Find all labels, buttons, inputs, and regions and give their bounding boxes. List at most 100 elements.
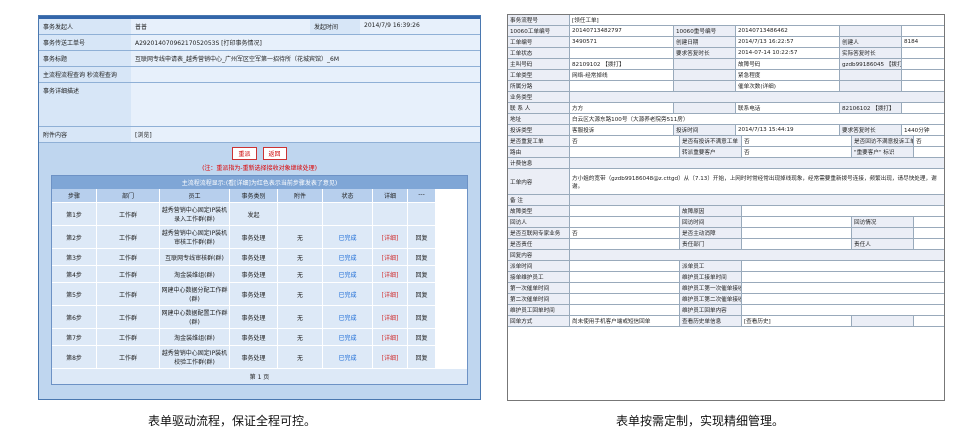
header-label: 发起时间: [314, 24, 339, 31]
table-cell[interactable]: 回复: [408, 305, 436, 328]
field-value: 尚未使用手机客户端或短信回单: [570, 316, 680, 326]
header-row: 事务标题 互联网专线申请表_越秀营销中心_广州军区空军第一招待所（花城宾馆）_6M: [39, 51, 480, 67]
table-cell: 工作群: [97, 282, 160, 305]
table-cell[interactable]: 回复: [408, 345, 436, 368]
return-button[interactable]: 返回: [262, 147, 287, 160]
column-header: 步骤: [52, 189, 97, 202]
field-value: 1440分钟: [902, 125, 944, 135]
column-header: 员工: [160, 189, 230, 202]
field-value: [570, 250, 944, 260]
table-cell: 工作群: [97, 248, 160, 265]
table-cell[interactable]: [详细]: [373, 305, 408, 328]
field-value[interactable]: [查看历史]: [742, 316, 852, 326]
field-label: 维护员工第一次催单接收时间: [680, 283, 742, 293]
table-cell[interactable]: [详细]: [373, 248, 408, 265]
table-cell: 事务处理: [230, 265, 278, 282]
table-cell: 无: [278, 282, 323, 305]
column-header: 事务类别: [230, 189, 278, 202]
header-label: 事务发起人: [43, 24, 74, 31]
field-label: 创建人: [840, 37, 902, 47]
field-value: [914, 217, 944, 227]
table-row: 第5步 工作群 网建中心数据分配工作群(群) 事务处理无已完成 [详细] 回复: [52, 282, 467, 305]
table-cell: 无: [278, 248, 323, 265]
field-label: 是否回访不满意投诉工单: [852, 136, 914, 146]
form-row: 主叫号码 82109102 【拨打】 故障号码 gzdb99186045 【拨打】: [508, 59, 944, 70]
field-label: 接单维护员工: [508, 272, 570, 282]
form-row: 接单维护员工 维护员工接单时间: [508, 272, 944, 283]
table-cell: 第8步: [52, 345, 97, 368]
table-cell: 事务处理: [230, 225, 278, 248]
resend-button[interactable]: 重派: [232, 147, 257, 160]
field-value: 客服投诉: [570, 125, 674, 135]
field-value[interactable]: [领任工单]: [570, 15, 944, 25]
table-cell: 第1步: [52, 202, 97, 225]
table-cell[interactable]: [详细]: [373, 225, 408, 248]
form-row: 回复内容: [508, 250, 944, 261]
field-value: [902, 103, 944, 113]
field-label: 回访人: [508, 217, 570, 227]
table-cell: 已完成: [323, 248, 373, 265]
table-cell[interactable]: 回复: [408, 328, 436, 345]
field-label: 维护员工回单时间: [508, 305, 570, 315]
field-label: [852, 228, 914, 238]
field-label[interactable]: gzdb99186045 【拨打】: [840, 59, 902, 69]
table-cell: 已完成: [323, 225, 373, 248]
field-value: [902, 70, 944, 80]
field-value: [570, 272, 680, 282]
header-value: A29201407096217052053S [打印事务情况]: [131, 35, 480, 50]
field-label: 工单状态: [508, 48, 570, 58]
header-label: 事务标题: [43, 56, 68, 63]
table-cell: 事务处理: [230, 282, 278, 305]
field-value: 3490571: [570, 37, 674, 47]
field-label[interactable]: 82106102 【拨打】: [840, 103, 902, 113]
table-cell[interactable]: [详细]: [373, 282, 408, 305]
table-cell: 事务处理: [230, 345, 278, 368]
table-cell[interactable]: 回复: [408, 248, 436, 265]
field-value: 20140713486462: [736, 26, 840, 36]
table-row: 第4步 工作群 淘金装维组(群) 事务处理无已完成 [详细] 回复: [52, 265, 467, 282]
form-row: 事务流程号 [领任工单]: [508, 15, 944, 26]
column-header: 详细: [373, 189, 408, 202]
header-value[interactable]: [浏览]: [131, 127, 480, 142]
field-value: [742, 261, 944, 271]
table-cell: 工作群: [97, 305, 160, 328]
table-row: 第1步 工作群 越秀营销中心固定IP装机录入工作群(群) 发起: [52, 202, 467, 225]
field-value: [742, 228, 852, 238]
field-label: 责任人: [852, 239, 914, 249]
pagination: 第 1 页: [52, 368, 467, 384]
table-cell[interactable]: [373, 202, 408, 225]
field-label: 计费信息: [508, 158, 570, 168]
field-label: [840, 81, 902, 91]
field-label: 10060重号编号: [674, 26, 736, 36]
field-value: 2014/7/13 16:22:57: [736, 37, 840, 47]
table-cell[interactable]: [详细]: [373, 265, 408, 282]
field-value[interactable]: 82109102 【拨打】: [570, 59, 674, 69]
table-cell[interactable]: 回复: [408, 282, 436, 305]
workflow-table-title: 主流程流程显示:(看[详细]为红色表示当前步骤发表了意见): [52, 176, 467, 189]
table-row: 第8步 工作群 越秀营销中心固定IP装机校验工作群(群) 事务处理无已完成 [详细] 回复: [52, 345, 467, 368]
field-value: 故障号码: [736, 59, 840, 69]
field-label: 所属分路: [508, 81, 570, 91]
table-cell[interactable]: [408, 202, 436, 225]
field-label: [852, 316, 914, 326]
field-value: [902, 59, 944, 69]
form-row: 是否互联网专家业务否是否主动消障: [508, 228, 944, 239]
field-label: 责任部门: [680, 239, 742, 249]
field-label: 工单编号: [508, 37, 570, 47]
left-caption: 表单驱动流程，保证全程可控。: [148, 414, 317, 428]
field-value: 否: [570, 228, 680, 238]
field-label: 是否重复工单: [508, 136, 570, 146]
table-cell: 淘金装维组(群): [160, 265, 230, 282]
table-cell[interactable]: [详细]: [373, 345, 408, 368]
table-cell[interactable]: 回复: [408, 265, 436, 282]
field-label: 第二次催单时间: [508, 294, 570, 304]
form-row: 10060工单编号 20140713482797 10060重号编号 20140713…: [508, 26, 944, 37]
table-cell: 第7步: [52, 328, 97, 345]
field-label: 主叫号码: [508, 59, 570, 69]
table-cell[interactable]: 回复: [408, 225, 436, 248]
table-cell[interactable]: [详细]: [373, 328, 408, 345]
form-row: 是否责任 责任部门 责任人: [508, 239, 944, 250]
table-row: 第7步 工作群 淘金装维组(群) 事务处理无已完成 [详细] 回复: [52, 328, 467, 345]
header-label: 事务详细描述: [43, 88, 80, 95]
field-label: 是否责任: [508, 239, 570, 249]
